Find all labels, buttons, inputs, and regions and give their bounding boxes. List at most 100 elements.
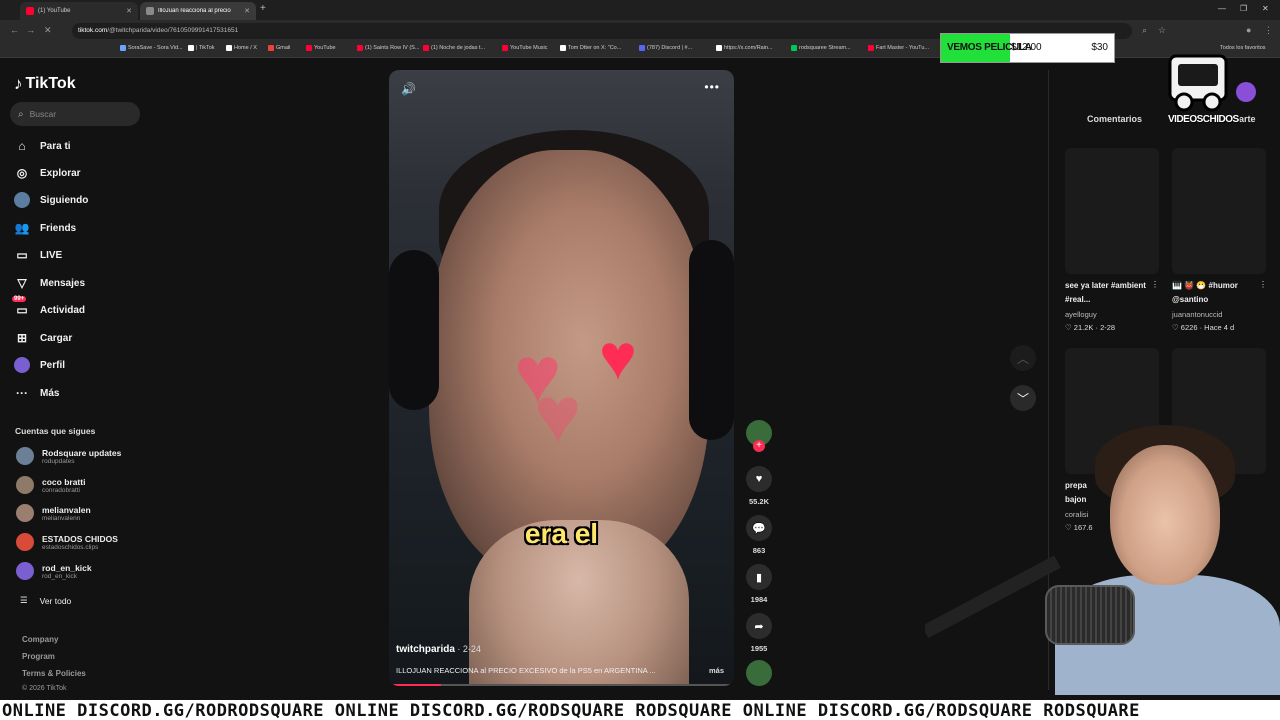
tiktok-logo[interactable]: ♪ TikTok	[14, 74, 76, 94]
new-tab-icon[interactable]: +	[260, 3, 266, 14]
like-animation-heart-icon: ♥	[599, 321, 637, 393]
save-button[interactable]: ▮	[746, 564, 772, 590]
more-options-icon[interactable]: ⋮	[1259, 280, 1267, 289]
related-video-title[interactable]: see ya later #ambient #real...	[1065, 279, 1155, 307]
forward-icon[interactable]: →	[26, 25, 35, 35]
close-tab-icon[interactable]: ✕	[126, 7, 132, 15]
stop-icon[interactable]: ✕	[44, 25, 52, 36]
nav-item-live[interactable]: ▭ LIVE	[14, 247, 62, 263]
minimize-icon[interactable]: —	[1218, 4, 1226, 13]
close-tab-icon[interactable]: ✕	[244, 7, 250, 15]
bookmark-item[interactable]: (787) Discord | #...	[639, 45, 692, 51]
bookmark-item[interactable]: YouTube Music	[502, 45, 548, 51]
footer-company-link[interactable]: Company	[22, 635, 58, 644]
video-progress-bar[interactable]	[389, 684, 734, 686]
back-icon[interactable]: ←	[10, 25, 19, 35]
profile-icon[interactable]: ●	[1246, 25, 1251, 35]
zoom-icon[interactable]: ⌕	[1142, 25, 1147, 36]
bookmark-item[interactable]: YouTube	[306, 45, 336, 51]
bookmark-label: Gmail	[276, 45, 291, 51]
video-author[interactable]: twitchparida · 2-24	[396, 644, 481, 655]
see-all-button[interactable]: ☰ Ver todo	[20, 595, 71, 606]
account-text: rod_en_kick rod_en_kick	[42, 563, 92, 580]
share-button[interactable]: ➦	[746, 613, 772, 639]
follow-plus-icon[interactable]: +	[753, 440, 765, 452]
avatar	[16, 533, 34, 551]
bookmark-label: (1) Noche de jodas t...	[431, 45, 486, 51]
video-date: 2-24	[462, 644, 481, 654]
bookmark-label: YouTube Music	[510, 45, 548, 51]
video-player[interactable]: ♥ ♥ ♥ era el 🔊 ••• twitchparida · 2-24 I…	[389, 70, 734, 686]
nav-item-friends[interactable]: 👥 Friends	[14, 220, 77, 236]
nav-item-mensajes[interactable]: ▽ Mensajes	[14, 275, 85, 291]
nav-item-explorar[interactable]: ◎ Explorar	[14, 165, 81, 181]
more-options-icon[interactable]: ⋮	[1151, 280, 1159, 289]
bookmark-item[interactable]: SoraSave - Sora Vid...	[120, 45, 183, 51]
bookmark-item[interactable]: Home / X	[226, 45, 257, 51]
following-account[interactable]: ESTADOS CHIDOS estadoschidos.clips	[16, 533, 118, 551]
next-video-button[interactable]: ﹀	[1010, 385, 1036, 411]
comment-button[interactable]: 💬	[746, 515, 772, 541]
footer-program-link[interactable]: Program	[22, 652, 55, 661]
close-window-icon[interactable]: ✕	[1262, 4, 1269, 13]
tab-share[interactable]: arte	[1239, 114, 1256, 124]
bookmark-label: (787) Discord | #...	[647, 45, 693, 51]
nav-item-perfil[interactable]: ● Perfil	[14, 357, 65, 373]
avatar	[16, 447, 34, 465]
profile-avatar-icon[interactable]	[1236, 82, 1256, 102]
more-options-icon[interactable]: •••	[704, 80, 720, 94]
following-account[interactable]: rod_en_kick rod_en_kick	[16, 562, 92, 580]
bookmark-item[interactable]: rodsquaree Stream...	[791, 45, 851, 51]
tab-comments[interactable]: Comentarios	[1087, 114, 1142, 124]
nav-item-cargar[interactable]: ⊞ Cargar	[14, 330, 72, 346]
volume-icon[interactable]: 🔊	[401, 82, 416, 96]
bookmark-favicon-icon	[716, 45, 722, 51]
maximize-icon[interactable]: ❐	[1240, 4, 1247, 13]
search-input[interactable]: ⌕ Buscar	[10, 102, 140, 126]
tiktok-note-icon: ♪	[14, 74, 23, 93]
bookmark-label: Tom Dtter on X: "Co...	[568, 45, 622, 51]
related-video-thumbnail[interactable]	[1172, 148, 1266, 274]
footer-terms-link[interactable]: Terms & Policies	[22, 669, 86, 678]
related-video-thumbnail[interactable]	[1065, 148, 1159, 274]
description-more-button[interactable]: más	[709, 666, 724, 675]
bookmark-item[interactable]: | TikTok	[188, 45, 215, 51]
related-video-user[interactable]: ayelloguy	[1065, 310, 1097, 319]
nav-label: Mensajes	[40, 277, 86, 289]
nav-label: Perfil	[40, 359, 66, 371]
following-account[interactable]: Rodsquare updates rodupdates	[16, 447, 121, 465]
browser-tab-tiktok[interactable]: IlloJuan reacciona al precio ✕	[140, 2, 256, 20]
activity-icon: ▭ 99+	[12, 296, 28, 317]
avatar	[16, 562, 34, 580]
bookmark-item[interactable]: https://x.com/Rain...	[716, 45, 773, 51]
account-name: rod_en_kick	[42, 562, 92, 573]
nav-item-siguiendo[interactable]: ● Siguiendo	[14, 192, 88, 208]
account-name: ESTADOS CHIDOS	[42, 533, 118, 544]
sound-disc-icon[interactable]	[746, 660, 772, 686]
bookmark-item[interactable]: Tom Dtter on X: "Co...	[560, 45, 621, 51]
following-account[interactable]: melianvalen melianvalenn	[16, 504, 91, 522]
previous-video-button[interactable]: ︿	[1010, 345, 1036, 371]
account-handle: estadoschidos.clips	[42, 543, 99, 551]
related-video-user[interactable]: juanantonuccid	[1172, 310, 1222, 319]
share-icon: ➦	[754, 620, 764, 633]
account-name: Rodsquare updates	[42, 447, 122, 458]
browser-tab-youtube[interactable]: (1) YouTube ✕	[20, 2, 138, 20]
nav-item-actividad[interactable]: ▭ 99+ Actividad	[12, 296, 85, 318]
bookmark-item[interactable]: Fart Master - YouTu...	[868, 45, 929, 51]
bookmark-item[interactable]: (1) Noche de jodas t...	[423, 45, 485, 51]
bookmark-item[interactable]: Gmail	[268, 45, 290, 51]
bookmark-label: Fart Master - YouTu...	[876, 45, 929, 51]
chevron-up-icon: ︿	[1016, 351, 1029, 366]
nav-item-para-ti[interactable]: ⌂ Para ti	[14, 138, 70, 154]
bookmark-item[interactable]: (1) Saints Row IV (S...	[357, 45, 419, 51]
comment-count: 863	[752, 546, 766, 555]
like-button[interactable]: ♥	[746, 466, 772, 492]
related-video-title[interactable]: 🎹 👹 😷 #humor @santino	[1172, 279, 1266, 307]
following-account[interactable]: coco bratti conradobratti	[16, 476, 85, 494]
account-text: coco bratti conradobratti	[42, 477, 85, 494]
menu-icon[interactable]: ⋮	[1264, 25, 1273, 36]
bookmark-star-icon[interactable]: ☆	[1158, 25, 1166, 36]
nav-item-m-s[interactable]: ··· Más	[14, 385, 59, 401]
account-handle: rodupdates	[42, 457, 75, 465]
